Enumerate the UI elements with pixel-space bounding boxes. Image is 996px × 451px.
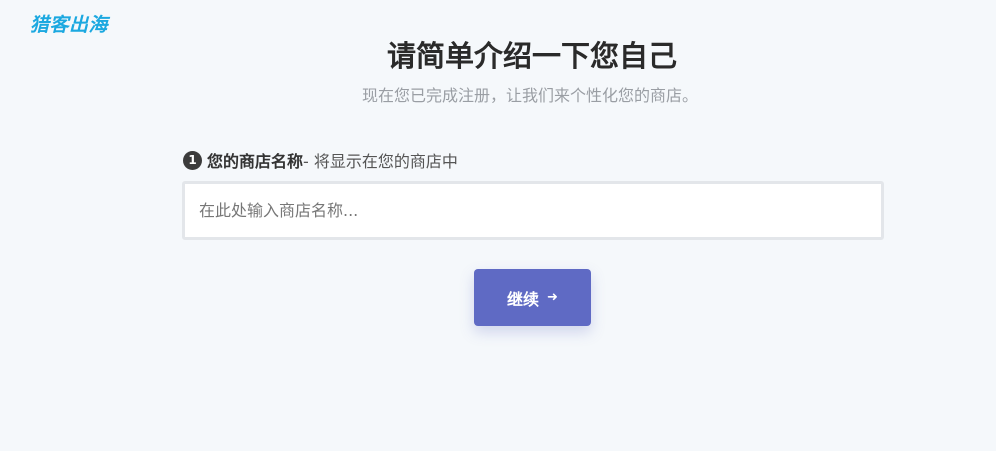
store-name-label: 1 您的商店名称 - 将显示在您的商店中: [183, 148, 458, 172]
continue-label: 继续: [507, 289, 540, 309]
page-subtitle: 现在您已完成注册，让我们来个性化您的商店。: [361, 86, 698, 105]
store-name-input[interactable]: [182, 181, 884, 240]
arrow-right-icon: ➜: [547, 290, 558, 305]
store-name-hint: - 将显示在您的商店中: [303, 152, 458, 171]
store-name-label-text: 您的商店名称: [207, 152, 304, 171]
continue-button[interactable]: 继续 ➜: [474, 269, 591, 326]
page-title: 请简单介绍一下您自己: [386, 39, 677, 73]
step-number-icon: 1: [183, 150, 202, 170]
